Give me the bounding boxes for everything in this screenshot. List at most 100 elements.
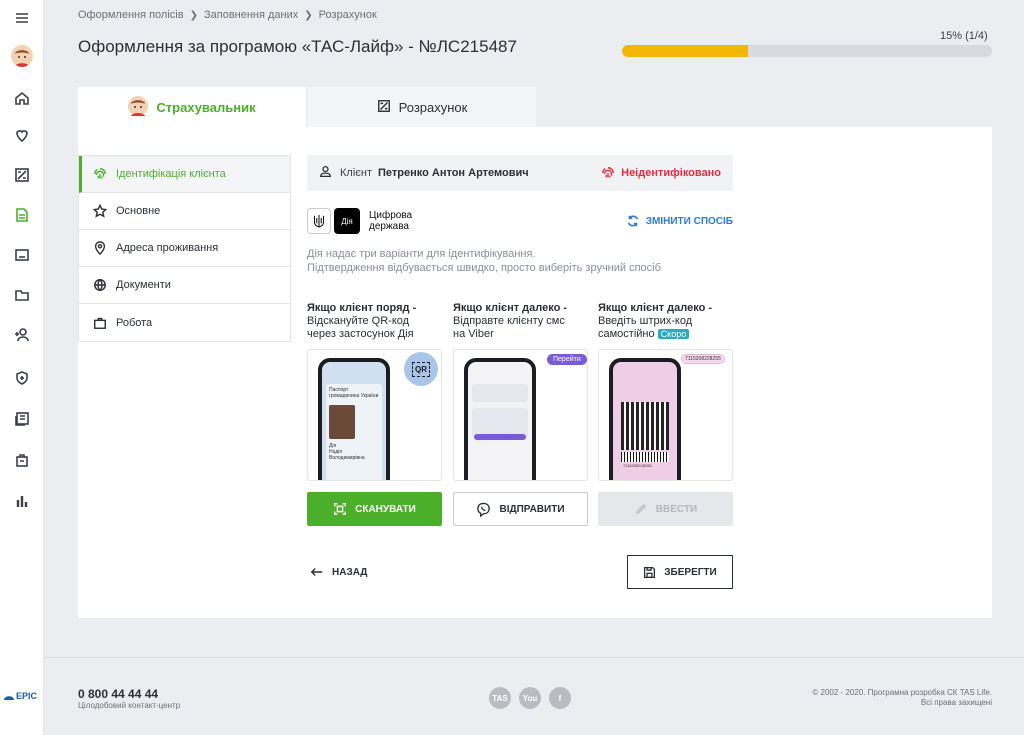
method-desc: Введіть штрих-код xyxy=(598,315,693,327)
menu-item-label: Документи xyxy=(116,279,171,291)
location-pin-icon xyxy=(94,241,106,255)
back-button[interactable]: НАЗАД xyxy=(310,565,367,579)
add-user-icon[interactable] xyxy=(0,323,44,347)
shield-plus-icon[interactable] xyxy=(0,366,44,390)
folder-icon[interactable] xyxy=(0,283,44,307)
barcode-illustration: 7115208228255 7115208228255 xyxy=(598,349,733,481)
save-button[interactable]: ЗБЕРЕГТИ xyxy=(627,555,733,589)
method-send-description: Якщо клієнт далеко - Відправте клієнту с… xyxy=(453,302,588,341)
diia-caption-line1: Цифрова xyxy=(369,210,413,221)
send-button-label: ВІДПРАВИТИ xyxy=(499,503,565,515)
shopping-bag-icon[interactable] xyxy=(0,448,44,472)
method-title: Якщо клієнт далеко - xyxy=(453,302,568,314)
method-enter-description: Якщо клієнт далеко - Введіть штрих-код с… xyxy=(598,302,733,341)
copyright-line-2: Всі права захищені xyxy=(920,698,992,707)
scan-button[interactable]: СКАНУВАТИ xyxy=(307,492,442,526)
barcode-digits: 7115208228255 xyxy=(623,463,652,468)
diia-caption-line2: держава xyxy=(369,221,409,232)
youtube-icon[interactable]: You xyxy=(519,687,541,709)
epic-logo: EPIC xyxy=(3,691,37,701)
chevron-right-icon: ❯ xyxy=(304,9,313,21)
info-line-1: Дія надає три варіанти для ідентифікуван… xyxy=(307,248,536,260)
calculator-icon xyxy=(377,99,391,116)
info-line-2: Підтвердження відбувається швидко, прост… xyxy=(307,262,661,274)
passport-name: Володимирівна xyxy=(329,455,365,461)
id-card-icon[interactable] xyxy=(0,243,44,267)
briefcase-icon xyxy=(94,317,106,329)
barcode-badge: 7115208228255 xyxy=(681,354,725,364)
viber-illustration: Перейти xyxy=(453,349,588,481)
tab-insurer-label: Страхувальник xyxy=(156,99,256,115)
method-desc: самостійно xyxy=(598,328,655,340)
method-desc: Відскануйте QR-код xyxy=(307,315,410,327)
section-menu: Ідентифікація клієнта Основне Адреса про… xyxy=(78,155,291,342)
breadcrumb-item-policies[interactable]: Оформлення полісів xyxy=(78,9,184,21)
menu-item-main[interactable]: Основне xyxy=(79,193,290,230)
document-icon[interactable] xyxy=(0,203,44,227)
book-icon[interactable] xyxy=(0,407,44,431)
menu-item-label: Ідентифікація клієнта xyxy=(116,168,226,180)
floppy-disk-icon xyxy=(644,566,656,578)
trident-icon xyxy=(307,208,331,234)
menu-item-label: Адреса проживання xyxy=(116,242,219,254)
qr-label: QR xyxy=(412,361,430,377)
menu-item-documents[interactable]: Документи xyxy=(79,267,290,304)
diia-logo: Дія xyxy=(334,208,360,234)
soon-badge: Скоро xyxy=(657,329,690,339)
contact-phone[interactable]: 0 800 44 44 44 xyxy=(78,687,158,701)
breadcrumb-item-calculation: Розрахунок xyxy=(318,9,377,21)
identification-status: Неідентифіковано xyxy=(601,166,721,180)
menu-item-identification[interactable]: Ідентифікація клієнта xyxy=(79,156,290,193)
tab-calculation[interactable]: Розрахунок xyxy=(308,87,536,127)
tab-calculation-label: Розрахунок xyxy=(398,99,468,115)
client-bar: Клієнт Петренко Антон Артемович Неіденти… xyxy=(307,155,733,191)
page-title: Оформлення за програмою «ТАС-Лайф» - №ЛС… xyxy=(78,37,517,56)
method-title: Якщо клієнт далеко - xyxy=(598,302,713,314)
footer-divider xyxy=(44,657,1024,658)
diia-caption: Цифрова держава xyxy=(369,210,412,232)
sidebar: EPIC xyxy=(0,0,44,735)
contact-phone-caption: Цілодобовий контакт-центр xyxy=(78,701,181,710)
diia-row: Дія Цифрова держава ЗМІНИТИ СПОСІБ xyxy=(307,207,733,235)
qr-code-image xyxy=(621,402,669,450)
scan-button-label: СКАНУВАТИ xyxy=(355,503,416,515)
back-button-label: НАЗАД xyxy=(332,566,368,578)
menu-item-address[interactable]: Адреса проживання xyxy=(79,230,290,267)
user-avatar[interactable] xyxy=(11,45,33,67)
change-method-label: ЗМІНИТИ СПОСІБ xyxy=(645,215,733,227)
tas-life-icon[interactable]: TAS xyxy=(489,687,511,709)
client-label: Клієнт xyxy=(340,167,372,179)
star-icon xyxy=(93,204,107,218)
home-icon[interactable] xyxy=(0,86,44,110)
hamburger-menu-icon[interactable] xyxy=(0,6,44,30)
progress-fill xyxy=(622,45,748,57)
calculator-icon[interactable] xyxy=(0,163,44,187)
menu-item-label: Основне xyxy=(116,205,161,217)
info-text: Дія надає три варіанти для ідентифікуван… xyxy=(307,247,661,275)
phone-illustration xyxy=(464,358,536,480)
tab-insurer[interactable]: Страхувальник xyxy=(78,87,306,127)
barcode-image xyxy=(621,452,669,462)
send-button[interactable]: ВІДПРАВИТИ xyxy=(453,492,588,526)
change-method-button[interactable]: ЗМІНИТИ СПОСІБ xyxy=(626,214,733,228)
user-icon xyxy=(319,165,332,181)
method-scan-description: Якщо клієнт поряд - Відскануйте QR-код ч… xyxy=(307,302,442,341)
bar-chart-icon[interactable] xyxy=(0,489,44,513)
shield-heart-icon[interactable] xyxy=(0,124,44,148)
method-desc: Відправте клієнту смс xyxy=(453,315,565,327)
menu-item-label: Робота xyxy=(116,316,153,329)
method-desc: на Viber xyxy=(453,328,494,340)
menu-item-work[interactable]: Робота xyxy=(79,304,290,341)
breadcrumb-item-data[interactable]: Заповнення даних xyxy=(204,9,298,21)
scan-illustration: Паспорт громадянина України Дія Надія Во… xyxy=(307,349,442,481)
viber-go-badge: Перейти xyxy=(547,354,587,365)
facebook-icon[interactable]: f xyxy=(549,687,571,709)
globe-icon xyxy=(94,279,106,291)
qr-scan-icon: QR xyxy=(404,352,438,386)
enter-button[interactable]: ВВЕСТИ xyxy=(598,492,733,526)
fingerprint-icon xyxy=(602,167,615,178)
qr-scan-icon xyxy=(334,503,347,515)
method-desc: через застосунок Дія xyxy=(307,328,414,340)
portrait-photo xyxy=(329,405,355,439)
breadcrumb: Оформлення полісів ❯ Заповнення даних ❯ … xyxy=(78,9,377,21)
